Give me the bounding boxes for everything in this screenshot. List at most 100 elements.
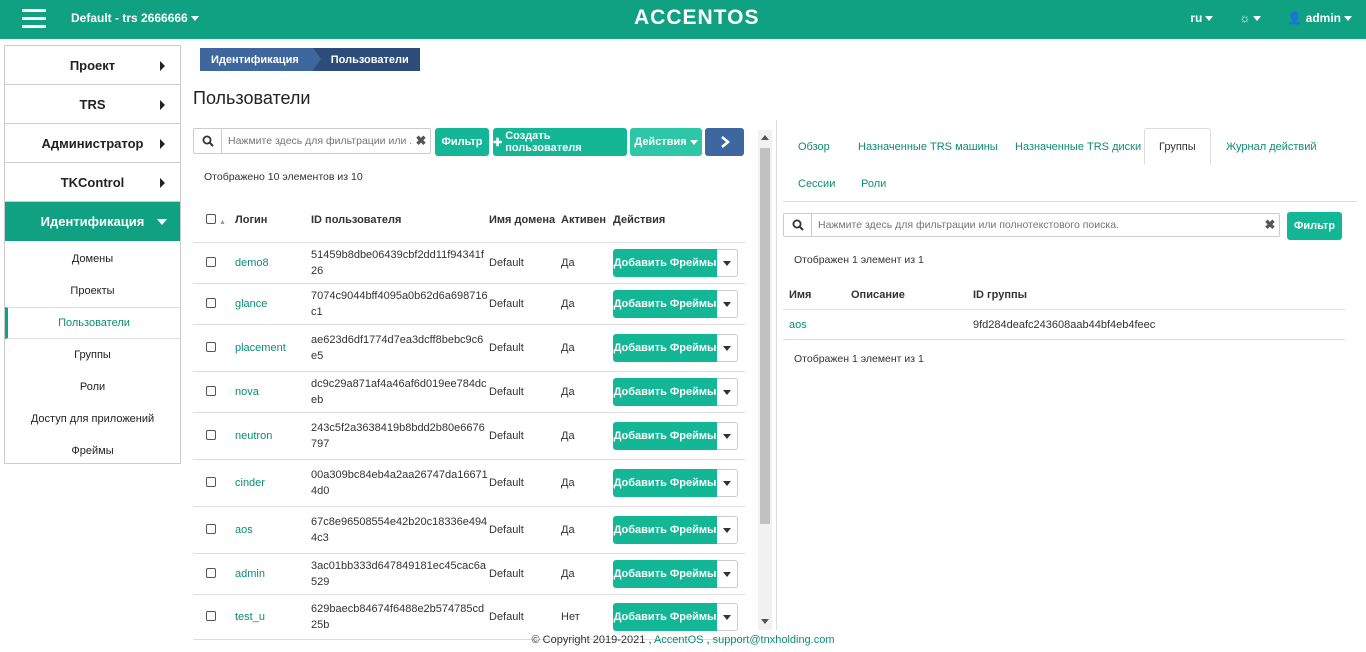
footer-brand-link[interactable]: AccentOS (654, 634, 704, 646)
user-login-link[interactable]: demo8 (235, 255, 311, 271)
users-search-input[interactable] (222, 135, 412, 147)
sun-icon: ☼ (1239, 11, 1251, 25)
sidebar-item-project[interactable]: Проект (5, 45, 180, 84)
user-login-link[interactable]: placement (235, 340, 311, 356)
row-actions-dropdown[interactable] (717, 249, 738, 277)
row-checkbox[interactable] (206, 523, 216, 534)
scroll-thumb[interactable] (760, 148, 770, 524)
user-login-link[interactable]: glance (235, 296, 311, 312)
user-login-link[interactable]: test_u (235, 609, 311, 625)
header-name[interactable]: Имя (783, 289, 851, 301)
tab-trs-machines[interactable]: Назначенные TRS машины (858, 141, 998, 153)
user-active: Да (561, 298, 575, 310)
tab-overview[interactable]: Обзор (798, 141, 830, 153)
user-login-link[interactable]: cinder (235, 475, 311, 491)
user-active: Да (561, 430, 575, 442)
row-checkbox[interactable] (206, 429, 216, 440)
table-header: Имя Описание ID группы (783, 280, 1345, 310)
user-login-link[interactable]: neutron (235, 428, 311, 444)
sidebar-sub-frames[interactable]: Фреймы (5, 435, 180, 467)
row-actions-dropdown[interactable] (717, 422, 738, 450)
sidebar-item-tkcontrol[interactable]: TKControl (5, 162, 180, 201)
select-all-checkbox[interactable] (206, 213, 216, 224)
sidebar-sub-projects[interactable]: Проекты (5, 275, 180, 307)
groups-search-input[interactable] (812, 219, 1261, 231)
filter-button[interactable]: Фильтр (435, 128, 489, 156)
groups-filter-button[interactable]: Фильтр (1287, 212, 1342, 240)
table-row: aos 67c8e96508554e42b20c18336e4944c3 Defau… (193, 507, 745, 554)
clear-icon[interactable]: ✖ (1261, 217, 1279, 233)
header-login[interactable]: Логин (235, 212, 311, 228)
add-frames-button[interactable]: Добавить Фреймы (613, 422, 717, 450)
row-actions-dropdown[interactable] (717, 334, 738, 362)
add-frames-button[interactable]: Добавить Фреймы (613, 469, 717, 497)
header-active[interactable]: Активен (561, 214, 613, 226)
row-checkbox[interactable] (206, 385, 216, 396)
row-actions-dropdown[interactable] (717, 378, 738, 406)
row-actions-dropdown[interactable] (717, 290, 738, 318)
sidebar-item-trs[interactable]: TRS (5, 84, 180, 123)
row-checkbox[interactable] (206, 256, 216, 267)
row-checkbox[interactable] (206, 567, 216, 578)
breadcrumb-users[interactable]: Пользователи (312, 48, 420, 71)
left-scrollbar[interactable] (758, 130, 772, 630)
scroll-up-icon[interactable] (761, 135, 769, 140)
tab-groups[interactable]: Группы (1144, 128, 1211, 165)
search-icon[interactable] (784, 214, 812, 236)
breadcrumb-identity[interactable]: Идентификация (200, 48, 321, 71)
user-login-link[interactable]: nova (235, 384, 311, 400)
sidebar-sub-users[interactable]: Пользователи (5, 307, 180, 339)
row-checkbox[interactable] (206, 610, 216, 621)
row-checkbox[interactable] (206, 341, 216, 352)
row-actions-dropdown[interactable] (717, 469, 738, 497)
sidebar-sub-groups[interactable]: Группы (5, 339, 180, 371)
header-description[interactable]: Описание (851, 289, 973, 301)
header-group-id[interactable]: ID группы (973, 289, 1343, 301)
sidebar-item-admin[interactable]: Администратор (5, 123, 180, 162)
header-domain[interactable]: Имя домена (489, 212, 561, 229)
footer-email-link[interactable]: support@tnxholding.com (713, 634, 835, 646)
user-domain: Default (489, 524, 524, 536)
sidebar-sub-roles[interactable]: Роли (5, 371, 180, 403)
clear-icon[interactable]: ✖ (412, 133, 430, 149)
group-name-link[interactable]: aos (783, 319, 851, 331)
add-frames-button[interactable]: Добавить Фреймы (613, 603, 717, 631)
add-frames-button[interactable]: Добавить Фреймы (613, 334, 717, 362)
add-frames-button[interactable]: Добавить Фреймы (613, 290, 717, 318)
project-selector[interactable]: Default - trs 2666666 (71, 11, 199, 25)
row-checkbox[interactable] (206, 297, 216, 308)
user-menu[interactable]: 👤 admin (1287, 11, 1352, 25)
tab-action-log[interactable]: Журнал действий (1226, 141, 1317, 153)
header-user-id[interactable]: ID пользователя (311, 212, 489, 228)
add-frames-button[interactable]: Добавить Фреймы (613, 378, 717, 406)
tab-sessions[interactable]: Сессии (798, 178, 835, 190)
user-login-link[interactable]: admin (235, 566, 311, 582)
tab-trs-disks[interactable]: Назначенные TRS диски (1015, 141, 1141, 153)
actions-button[interactable]: Действия (630, 128, 702, 156)
chevron-down-icon (723, 571, 731, 577)
app-logo: ACCENTOS (634, 6, 760, 29)
sidebar-item-identity[interactable]: Идентификация (5, 201, 180, 241)
add-frames-button[interactable]: Добавить Фреймы (613, 560, 717, 588)
groups-table: Имя Описание ID группы aos 9fd284deafc24… (783, 280, 1345, 340)
menu-icon[interactable] (22, 9, 46, 29)
user-login-link[interactable]: aos (235, 522, 311, 538)
add-frames-button[interactable]: Добавить Фреймы (613, 516, 717, 544)
tab-roles[interactable]: Роли (861, 178, 886, 190)
language-selector[interactable]: ru (1190, 11, 1214, 25)
sort-icon[interactable]: ▲ (219, 219, 226, 226)
expand-panel-button[interactable] (705, 128, 744, 156)
row-actions-dropdown[interactable] (717, 516, 738, 544)
row-checkbox[interactable] (206, 476, 216, 487)
sidebar-sub-app-access[interactable]: Доступ для приложений (5, 403, 180, 435)
scroll-down-icon[interactable] (761, 619, 769, 624)
row-checkbox-cell (193, 385, 235, 399)
theme-selector[interactable]: ☼ (1239, 11, 1262, 25)
create-user-button[interactable]: ✚ Создать пользователя (493, 128, 627, 156)
row-actions-dropdown[interactable] (717, 603, 738, 631)
row-actions-dropdown[interactable] (717, 560, 738, 588)
user-active: Да (561, 342, 575, 354)
search-icon[interactable] (194, 129, 222, 153)
add-frames-button[interactable]: Добавить Фреймы (613, 249, 717, 277)
sidebar-sub-domains[interactable]: Домены (5, 243, 180, 275)
